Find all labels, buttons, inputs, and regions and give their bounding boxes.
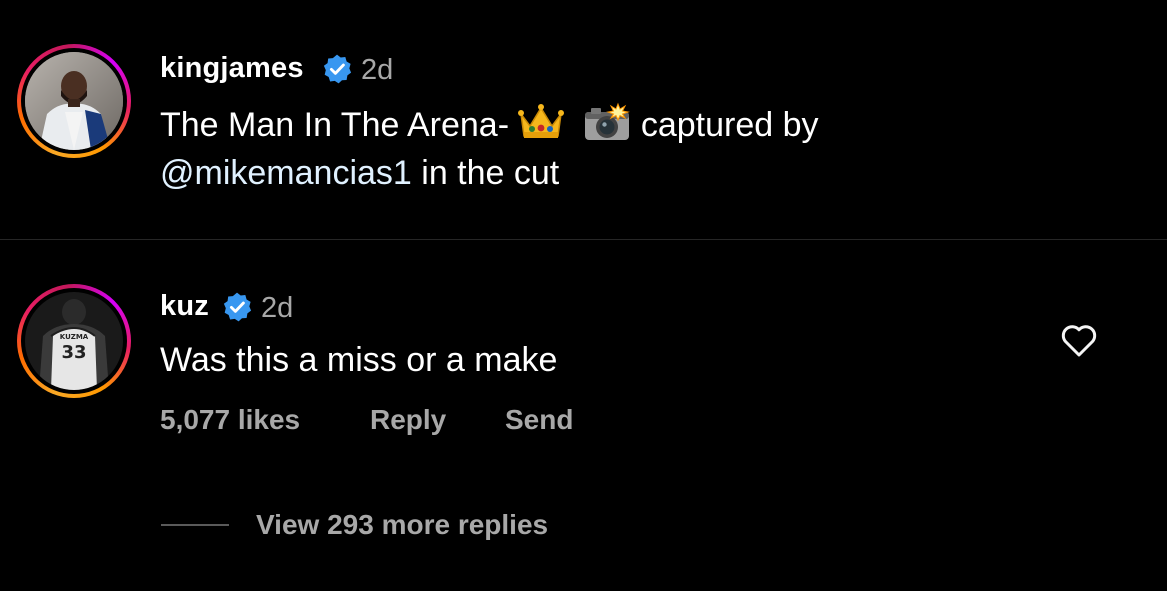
crown-icon bbox=[518, 102, 565, 152]
post-author-avatar[interactable] bbox=[17, 44, 131, 158]
divider bbox=[0, 239, 1167, 240]
post-caption: The Man In The Arena- captured by @mikem… bbox=[160, 102, 819, 194]
jersey-number: 33 bbox=[61, 342, 86, 363]
replies-divider-line bbox=[161, 524, 229, 526]
verified-badge-icon bbox=[223, 292, 252, 322]
jersey-name: KUZMA bbox=[60, 333, 89, 341]
comment-likes-count[interactable]: 5,077 likes bbox=[160, 404, 300, 436]
view-more-replies-button[interactable]: View 293 more replies bbox=[256, 509, 548, 541]
like-heart-icon[interactable] bbox=[1060, 322, 1098, 358]
comment-author-avatar[interactable]: KUZMA 33 bbox=[17, 284, 131, 398]
post-author-username[interactable]: kingjames bbox=[160, 52, 304, 85]
verified-badge-icon bbox=[323, 54, 352, 84]
comment-timestamp: 2d bbox=[261, 292, 294, 324]
caption-text: The Man In The Arena- bbox=[160, 106, 519, 144]
comments-panel: kingjames 2d The Man In The Arena- captu… bbox=[0, 0, 1167, 591]
post-timestamp: 2d bbox=[361, 54, 394, 86]
send-button[interactable]: Send bbox=[505, 404, 573, 436]
caption-text-2: captured by bbox=[631, 106, 819, 144]
mention-link[interactable]: @mikemancias1 bbox=[160, 154, 412, 192]
camera-flash-icon bbox=[583, 102, 631, 152]
reply-button[interactable]: Reply bbox=[370, 404, 446, 436]
caption-text-3: in the cut bbox=[411, 154, 560, 192]
comment-text: Was this a miss or a make bbox=[160, 341, 558, 379]
comment-author-username[interactable]: kuz bbox=[160, 290, 209, 323]
